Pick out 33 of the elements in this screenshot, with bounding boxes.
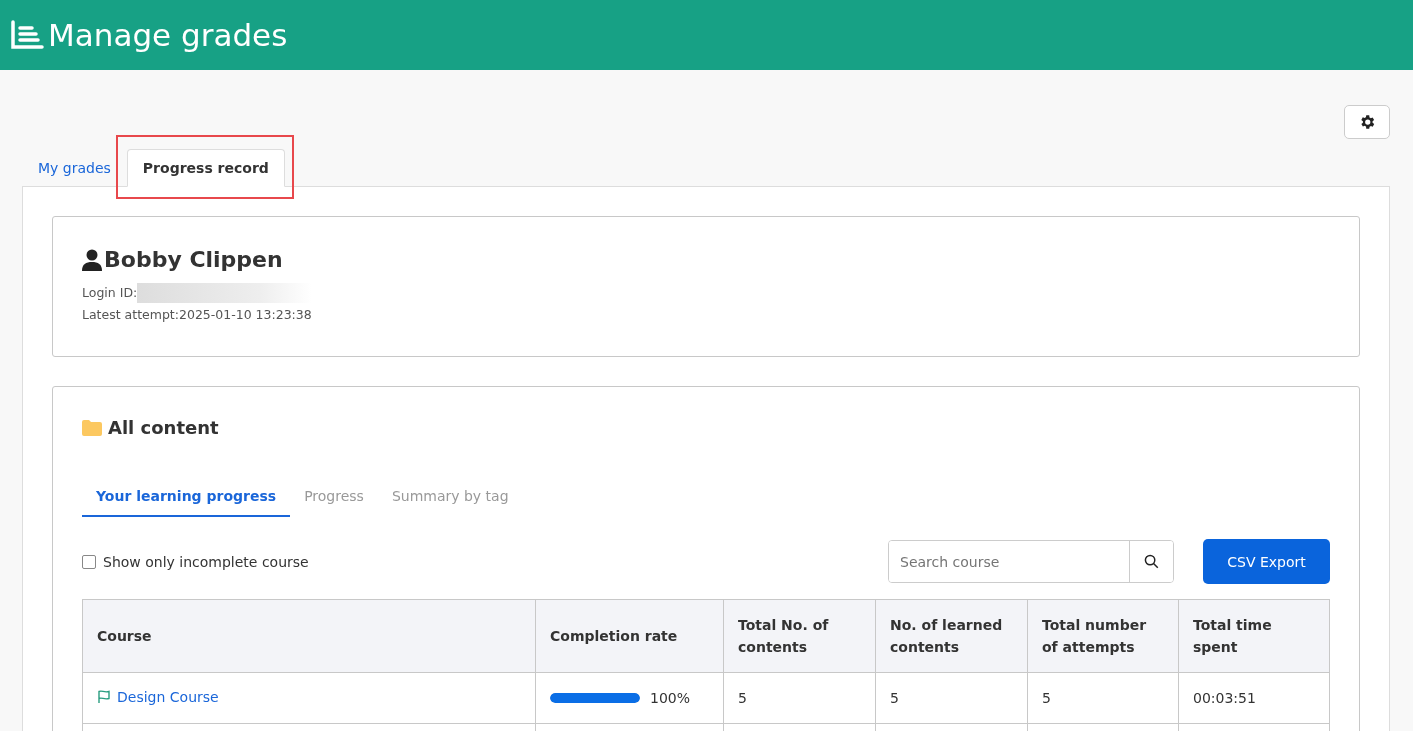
settings-button[interactable] xyxy=(1344,105,1390,139)
search-icon xyxy=(1144,554,1159,569)
page-title: Manage grades xyxy=(48,17,288,53)
table-cell: 00:03:51 xyxy=(1178,672,1330,724)
page-tab[interactable]: Progress record xyxy=(126,149,285,187)
search-button[interactable] xyxy=(1129,541,1173,582)
list-chart-icon xyxy=(10,20,44,50)
csv-export-button[interactable]: CSV Export xyxy=(1203,539,1330,584)
column-header: Total time spent xyxy=(1178,599,1330,673)
content-tab[interactable]: Your learning progress xyxy=(82,478,291,517)
course-link[interactable]: Design Course xyxy=(97,689,219,705)
column-header: Course xyxy=(82,599,536,673)
table-cell: 5 xyxy=(1027,672,1179,724)
checkbox[interactable] xyxy=(82,554,96,569)
page-tab[interactable]: My grades xyxy=(22,149,127,187)
section-title: All content xyxy=(108,417,219,438)
content-tab[interactable]: Summary by tag xyxy=(377,478,523,517)
column-header: Total number of attempts xyxy=(1027,599,1179,673)
user-icon xyxy=(82,248,102,271)
flag-icon xyxy=(97,690,111,704)
completion-rate: 100% xyxy=(650,690,691,706)
column-header: Completion rate xyxy=(535,599,724,673)
folder-icon xyxy=(82,419,102,436)
login-id-label: Login ID: xyxy=(82,284,138,302)
table-cell: 5 xyxy=(723,672,876,724)
checkbox-label: Show only incomplete course xyxy=(103,553,309,570)
latest-attempt: Latest attempt:2025-01-10 13:23:38 xyxy=(82,306,312,324)
search-field[interactable]: Search course xyxy=(888,540,1174,583)
content-tab[interactable]: Progress xyxy=(290,478,378,517)
column-header: No. of learned contents xyxy=(875,599,1028,673)
table-cell: 5 xyxy=(875,672,1028,724)
column-header: Total No. of contents xyxy=(723,599,876,673)
user-name: Bobby Clippen xyxy=(104,247,283,272)
